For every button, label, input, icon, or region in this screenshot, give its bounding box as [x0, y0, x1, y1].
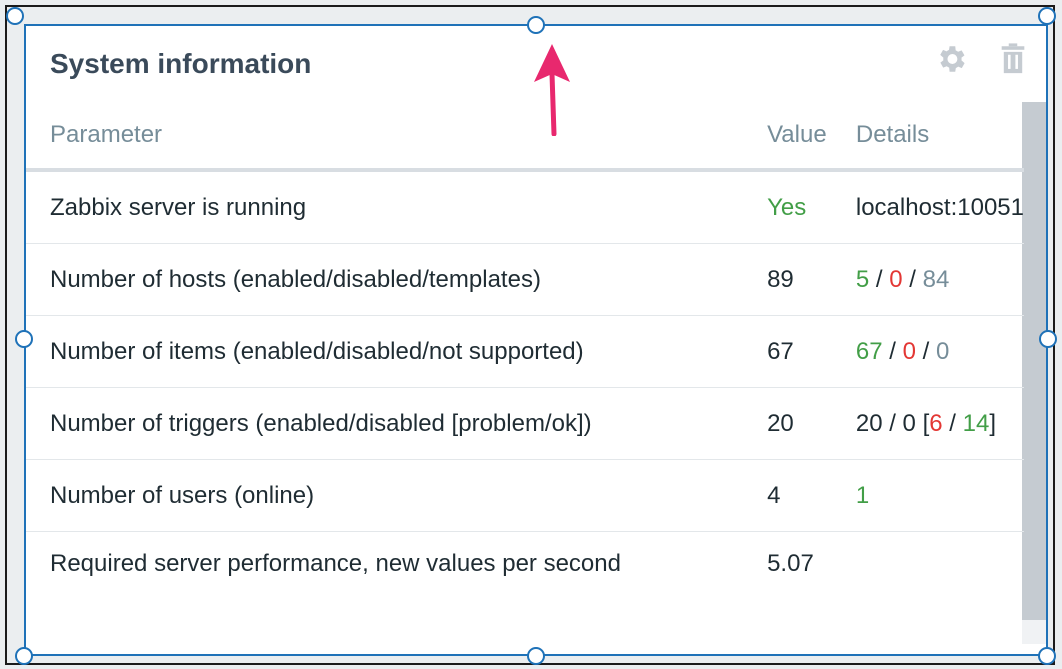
resize-handle-top[interactable]: [527, 16, 545, 34]
parameter-cell: Zabbix server is running: [26, 170, 748, 244]
table-row: Number of users (online) 4 1: [26, 459, 1024, 532]
resize-handle-bottom-left[interactable]: [15, 647, 33, 665]
value-cell: 4: [747, 459, 856, 532]
resize-handle-top-right[interactable]: [1038, 7, 1056, 25]
resize-handle-left[interactable]: [15, 330, 33, 348]
annotation-arrow-icon: [530, 44, 574, 141]
details-segment: 0: [889, 265, 903, 293]
details-segment: 0: [935, 337, 950, 365]
value-cell: 67: [747, 315, 856, 388]
widget-header-actions: [934, 42, 1030, 76]
column-header-value: Value: [747, 102, 856, 172]
value-cell: 89: [747, 243, 856, 316]
value-cell: Yes: [747, 170, 856, 244]
details-segment: localhost:10051: [855, 193, 1024, 221]
details-segment: 84: [922, 265, 950, 293]
details-cell: 67 / 0 / 0: [855, 315, 1024, 388]
scrollbar-thumb[interactable]: [1022, 102, 1046, 620]
details-cell: 1: [855, 459, 1024, 532]
table-row: Zabbix server is running Yes localhost:100…: [26, 170, 1024, 244]
table-body: Zabbix server is running Yes localhost:100…: [26, 170, 1024, 634]
details-segment: /: [882, 337, 903, 365]
details-segment: /: [902, 265, 923, 293]
column-header-details: Details: [855, 102, 1024, 172]
parameter-cell: Number of triggers (enabled/disabled [pr…: [26, 387, 748, 460]
resize-handle-bottom[interactable]: [527, 647, 545, 665]
details-segment: /: [942, 409, 963, 437]
parameter-cell: Number of users (online): [26, 459, 748, 532]
details-segment: /: [915, 337, 936, 365]
column-header-parameter: Parameter: [26, 102, 748, 172]
table-row: Required server performance, new values …: [26, 532, 1024, 635]
details-segment: 6: [929, 409, 943, 437]
details-segment: /: [869, 265, 890, 293]
details-segment: 67: [855, 337, 883, 365]
details-cell: 5 / 0 / 84: [855, 243, 1024, 316]
details-segment: 0: [902, 337, 916, 365]
details-segment: 14: [962, 409, 990, 437]
widget-title: System information: [50, 48, 312, 79]
value-cell: 5.07: [767, 550, 814, 577]
details-cell: [856, 532, 1024, 635]
table-row: Number of triggers (enabled/disabled [pr…: [26, 387, 1024, 460]
details-segment: 1: [855, 481, 870, 509]
resize-handle-top-left[interactable]: [6, 7, 24, 25]
table-row: Number of items (enabled/disabled/not su…: [26, 315, 1024, 388]
parameter-cell: Number of hosts (enabled/disabled/templa…: [26, 243, 748, 316]
system-info-table: Parameter Value Details Zabbix server is…: [26, 102, 1024, 634]
parameter-cell: Required server performance, new values …: [50, 550, 621, 577]
details-cell: localhost:10051: [855, 170, 1024, 244]
parameter-cell: Number of items (enabled/disabled/not su…: [26, 315, 748, 388]
resize-handle-right[interactable]: [1039, 330, 1057, 348]
details-segment: 5: [855, 265, 870, 293]
trash-icon[interactable]: [996, 42, 1030, 76]
details-segment: 20 / 0 [: [855, 409, 930, 437]
details-segment: ]: [989, 409, 996, 437]
resize-handle-bottom-right[interactable]: [1038, 647, 1056, 665]
value-cell: 20: [747, 387, 856, 460]
table-row: Number of hosts (enabled/disabled/templa…: [26, 243, 1024, 316]
details-cell: 20 / 0 [6 / 14]: [855, 387, 1024, 460]
gear-icon[interactable]: [934, 42, 968, 76]
table-header-row: Parameter Value Details: [26, 102, 1024, 172]
